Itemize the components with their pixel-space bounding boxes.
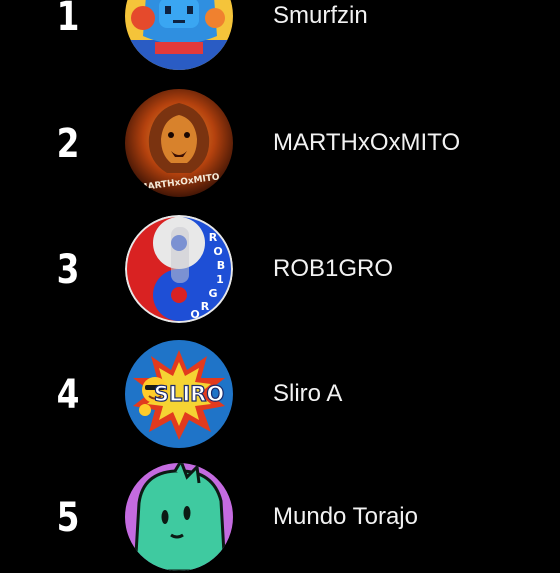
player-name: Smurfzin <box>273 2 368 29</box>
leaderboard-row[interactable]: 4 SLIRO Sliro A <box>0 340 560 450</box>
rank-number: 5 <box>56 495 80 541</box>
player-name: Sliro A <box>273 380 343 407</box>
leaderboard-row[interactable]: 5 Mundo Torajo <box>0 463 560 573</box>
leaderboard-row[interactable]: 2 MARTHxOxMITO MARTHxOxMITO <box>0 89 560 199</box>
logo-lettering: SLIRO <box>154 382 224 406</box>
player-name: Mundo Torajo <box>273 503 418 530</box>
logo-letter: 1 <box>216 273 224 286</box>
leaderboard-row[interactable]: 3 R O B 1 G R O ROB1GRO <box>0 215 560 325</box>
logo-letter: B <box>217 259 225 272</box>
yin-yang-logo-icon[interactable]: R O B 1 G R O <box>125 215 233 323</box>
logo-letter: R <box>201 300 210 313</box>
leaderboard-row[interactable]: 1 Smurfzin <box>0 0 560 72</box>
rank-number: 2 <box>56 121 80 167</box>
logo-letter: O <box>190 308 199 321</box>
smurfzin-avatar-icon[interactable] <box>125 0 233 70</box>
lion-logo-icon[interactable]: MARTHxOxMITO <box>125 89 233 197</box>
cartoon-face-icon[interactable] <box>125 463 233 571</box>
player-name: MARTHxOxMITO <box>273 129 461 156</box>
rank-number: 4 <box>56 372 80 418</box>
leaderboard-list: 1 Smurfzin 2 MARTHxOxMITO MARTHxOxMITO 3… <box>0 0 560 571</box>
rank-number: 3 <box>56 247 80 293</box>
player-name: ROB1GRO <box>273 255 394 282</box>
logo-letter: R <box>209 231 218 244</box>
rank-number: 1 <box>56 0 80 40</box>
sliro-logo-icon[interactable]: SLIRO <box>125 340 233 448</box>
logo-letter: G <box>208 287 217 300</box>
logo-letter: O <box>213 245 222 258</box>
